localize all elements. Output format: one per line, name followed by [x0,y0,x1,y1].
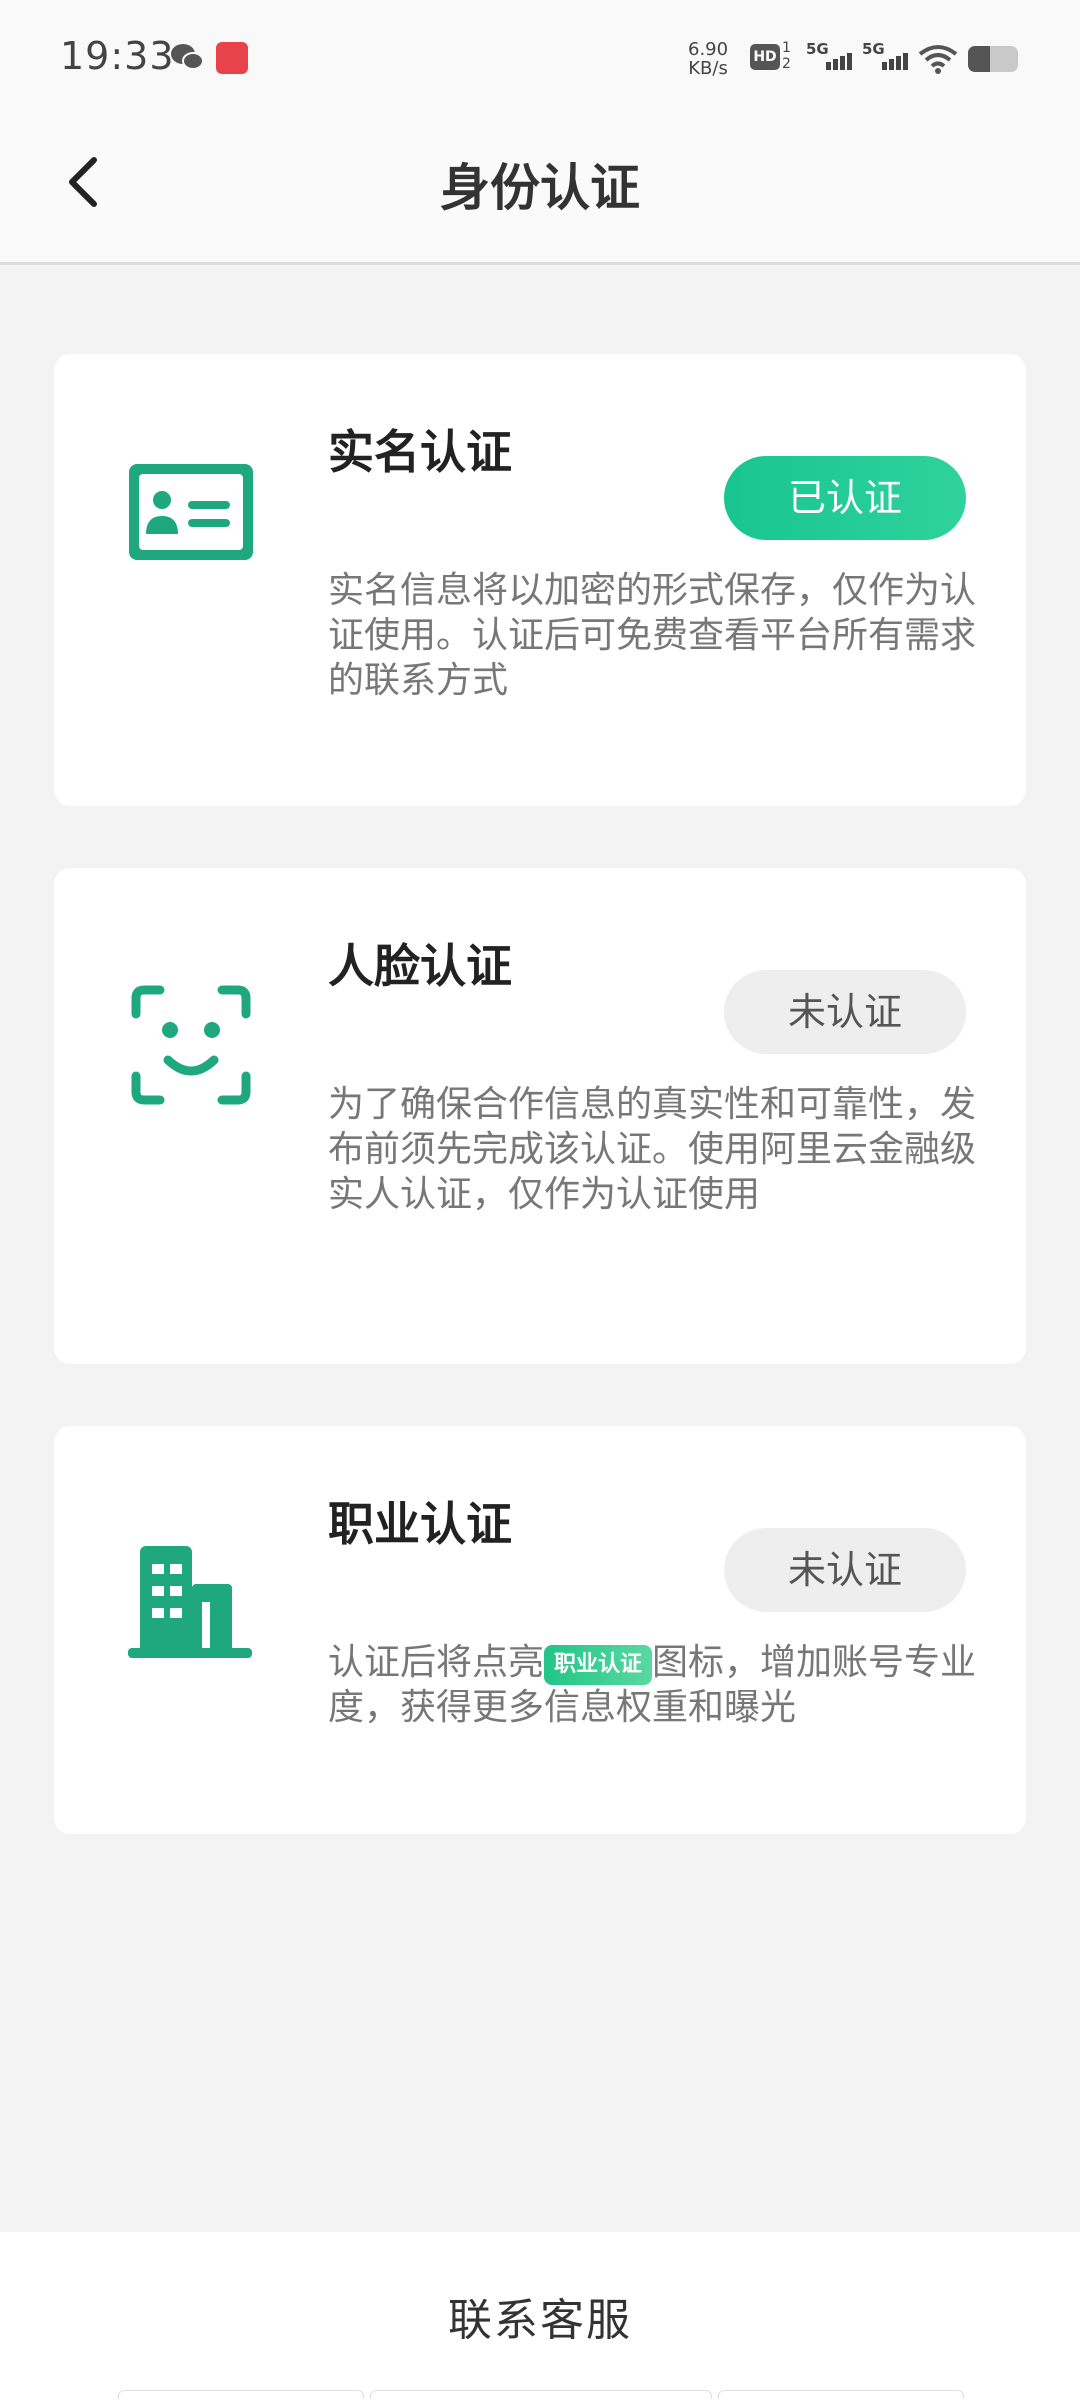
hd-sup: 1 [782,40,791,56]
footer-divider [118,2390,964,2400]
card-description: 认证后将点亮 职业认证 图标，增加账号专业度，获得更多信息权重和曝光 [328,1640,1008,1730]
hd-sub: 2 [782,56,791,72]
card-title: 人脸认证 [328,939,512,993]
building-icon [128,1546,252,1658]
footer: 联系客服 [0,2232,1080,2400]
network-speed-value: 6.90 [688,39,729,60]
sim2-label: 5G [862,40,885,58]
hd-icon: HD [750,44,780,70]
wechat-icon [171,44,204,70]
network-speed-unit: KB/s [688,58,728,79]
id-card-icon [129,464,253,560]
battery-icon [968,46,1018,72]
wifi-icon [918,45,958,74]
hd-index: 1 2 [782,40,791,72]
status-bar: 19:33 6.90 KB/s HD 1 2 5G 5G [0,0,1080,112]
status-time: 19:33 [60,34,175,78]
card-title: 实名认证 [328,425,512,479]
verification-card-profession[interactable]: 职业认证 未认证 认证后将点亮 职业认证 图标，增加账号专业度，获得更多信息权重和曝… [54,1426,1026,1834]
verified-status-badge[interactable]: 已认证 [724,456,966,540]
face-scan-icon [131,985,251,1105]
card-description-prefix: 认证后将点亮 [328,1642,545,1683]
card-description: 实名信息将以加密的形式保存，仅作为认证使用。认证后可免费查看平台所有需求的联系方… [328,570,977,701]
navigation-bar: 身份认证 [0,112,1080,265]
card-description: 为了确保合作信息的真实性和可靠性，发布前须先完成该认证。使用阿里云金融级实人认证… [328,1084,977,1215]
unverified-status-badge[interactable]: 未认证 [724,970,966,1054]
sim1-label: 5G [806,40,829,58]
profession-badge: 职业认证 [544,1645,653,1685]
page-title: 身份认证 [440,159,640,217]
verification-card-face[interactable]: 人脸认证 未认证 为了确保合作信息的真实性和可靠性，发布前须先完成该认证。使用阿… [54,868,1026,1364]
signal-icon: 5G [806,40,856,72]
verification-card-real-name[interactable]: 实名认证 已认证 实名信息将以加密的形式保存，仅作为认证使用。认证后可免费查看平… [54,354,1026,806]
contact-support-button[interactable]: 联系客服 [0,2284,1080,2348]
card-title: 职业认证 [328,1497,512,1551]
signal-icon: 5G [862,40,912,72]
app-notification-icon [216,42,248,74]
unverified-status-badge[interactable]: 未认证 [724,1528,966,1612]
network-speed: 6.90 KB/s [688,40,728,78]
